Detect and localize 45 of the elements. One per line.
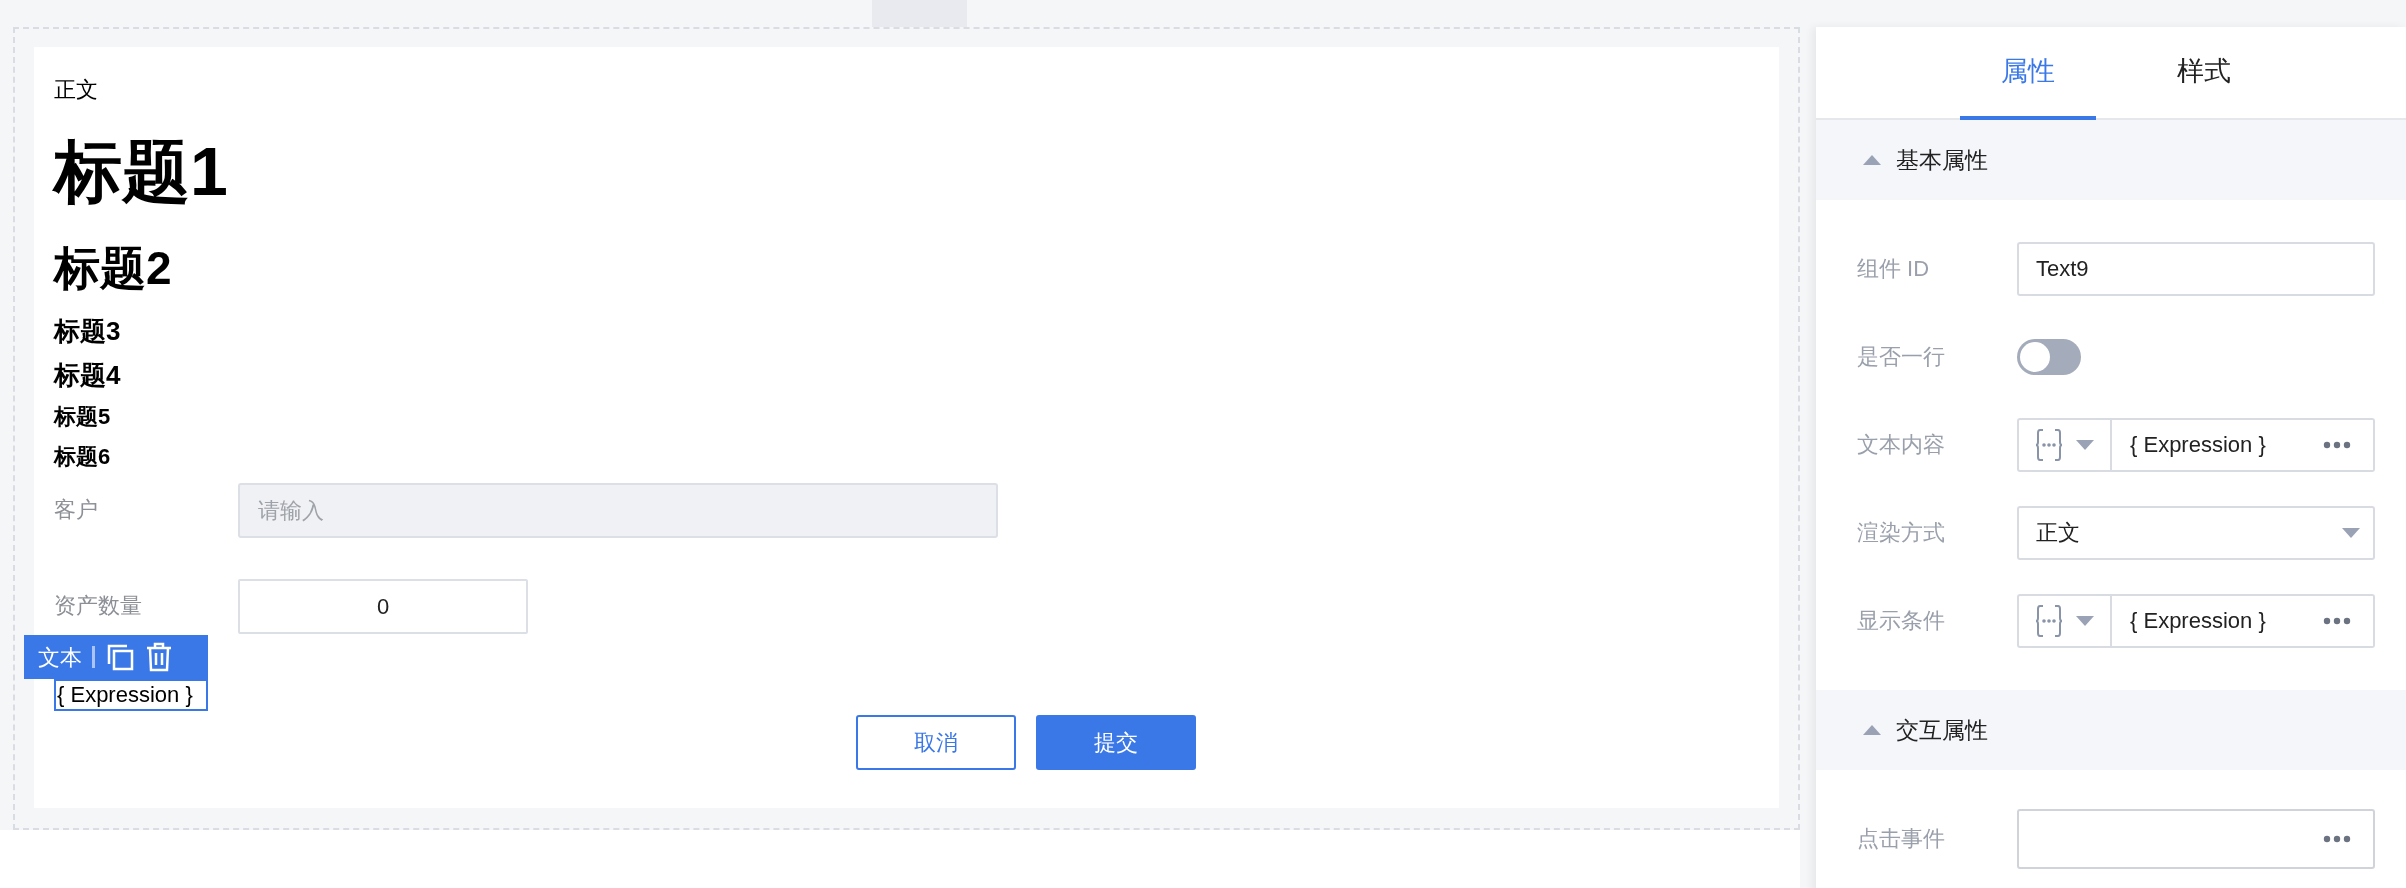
mode-dropdown[interactable]	[2017, 417, 2112, 472]
collapse-triangle-icon	[1862, 154, 1882, 166]
delete-icon[interactable]	[145, 642, 173, 672]
heading: 标题3	[54, 315, 121, 348]
dropdown-caret-icon	[2341, 526, 2361, 539]
field-label: 点击事件	[1857, 825, 1946, 853]
submit-button[interactable]: 提交	[1036, 715, 1196, 770]
copy-icon[interactable]	[105, 642, 135, 672]
field-label: 渲染方式	[1857, 519, 1946, 547]
selected-text[interactable]: { Expression }	[54, 679, 208, 711]
event-field[interactable]	[2017, 808, 2375, 869]
heading: 标题6	[54, 443, 111, 471]
caret-icon	[2074, 438, 2095, 451]
form-label: 客户	[54, 496, 99, 524]
section-header[interactable]: 交互属性	[1816, 690, 2406, 770]
field-label: 组件 ID	[1857, 255, 1931, 283]
field-value: { Expression }	[2130, 607, 2266, 635]
panel-tab[interactable]: 样式	[2136, 27, 2272, 120]
field-label: 文本内容	[1857, 431, 1946, 459]
caret-icon	[2074, 614, 2095, 627]
form-label: 资产数量	[54, 592, 143, 620]
mode-dropdown[interactable]	[2017, 593, 2112, 648]
section-header[interactable]: 基本属性	[1816, 120, 2406, 200]
body-text: 正文	[54, 76, 98, 104]
number-field[interactable]: 0	[238, 579, 528, 634]
expression-field[interactable]: { Expression }	[2112, 417, 2375, 472]
heading: 标题4	[54, 359, 121, 392]
text-field[interactable]: Text9	[2017, 241, 2375, 296]
field-label: 显示条件	[1857, 607, 1946, 635]
code-braces-icon	[2034, 427, 2063, 462]
heading: 标题2	[54, 241, 172, 296]
field-value: { Expression }	[2130, 431, 2266, 459]
more-icon[interactable]	[2323, 616, 2351, 625]
more-icon[interactable]	[2323, 834, 2351, 843]
toggle-switch[interactable]	[2017, 338, 2081, 375]
collapse-triangle-icon	[1862, 724, 1882, 736]
field-label: 是否一行	[1857, 343, 1946, 371]
more-icon[interactable]	[2323, 440, 2351, 449]
code-braces-icon	[2034, 603, 2063, 638]
cancel-button[interactable]: 取消	[856, 715, 1016, 770]
render-mode-select[interactable]: 正文	[2017, 505, 2375, 560]
heading: 标题5	[54, 403, 111, 431]
heading: 标题1	[54, 132, 228, 211]
expression-field[interactable]: { Expression }	[2112, 593, 2375, 648]
toolbar-label: 文本	[38, 643, 82, 672]
